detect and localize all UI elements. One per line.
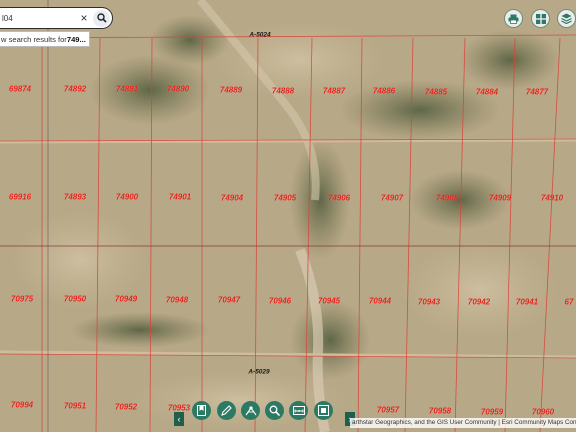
parcel-label[interactable]: 70994 — [11, 401, 33, 410]
parcel-label[interactable]: 74905 — [274, 194, 296, 203]
measure-icon — [245, 406, 256, 416]
measure-button[interactable] — [241, 401, 260, 420]
parcel-label[interactable]: 67 — [565, 298, 574, 307]
zoom-search-button[interactable] — [265, 401, 284, 420]
parcel-label[interactable]: 70943 — [418, 298, 440, 307]
zoom-search-icon — [269, 405, 280, 416]
parcel-label[interactable]: 70942 — [468, 298, 490, 307]
draw-button[interactable] — [217, 401, 236, 420]
satellite-map[interactable] — [0, 0, 576, 432]
road-label: A-5029 — [248, 368, 270, 376]
parcel-label[interactable]: 74891 — [116, 85, 138, 94]
overview-icon — [318, 405, 329, 416]
parcel-label[interactable]: 74890 — [167, 85, 189, 94]
parcel-label[interactable]: 74910 — [541, 194, 563, 203]
parcel-label[interactable]: 70945 — [318, 297, 340, 306]
parcel-label[interactable]: 74885 — [425, 88, 447, 97]
parcel-label[interactable]: 74901 — [169, 193, 191, 202]
parcel-label[interactable]: 74877 — [526, 88, 548, 97]
basemap-button[interactable] — [531, 9, 550, 28]
scalebar-icon — [292, 406, 305, 415]
grid-icon — [535, 13, 546, 24]
search-icon[interactable] — [93, 9, 110, 27]
bookmark-icon — [197, 405, 206, 416]
parcel-label[interactable]: 70958 — [429, 407, 451, 416]
printer-icon — [508, 14, 519, 24]
parcel-label[interactable]: 74886 — [373, 87, 395, 96]
layers-button[interactable] — [557, 9, 576, 28]
parcel-label[interactable]: 74908 — [436, 194, 458, 203]
parcel-label[interactable]: 70941 — [516, 298, 538, 307]
search-box: l04 × — [0, 7, 113, 29]
parcel-label[interactable]: 74904 — [221, 194, 243, 203]
parcel-label[interactable]: 70957 — [377, 406, 399, 415]
suggestion-prefix: w search results for — [1, 34, 67, 44]
parcel-label[interactable]: 70952 — [115, 403, 137, 412]
layers-icon — [561, 13, 572, 24]
suggestion-term: 749... — [66, 34, 86, 44]
parcel-label[interactable]: 70946 — [269, 297, 291, 306]
parcel-label[interactable]: 70947 — [218, 296, 240, 305]
parcel-label[interactable]: 74907 — [381, 194, 403, 203]
parcel-label[interactable]: 74893 — [64, 193, 86, 202]
parcel-label[interactable]: 74888 — [272, 87, 294, 96]
parcel-label[interactable]: 69916 — [9, 193, 31, 202]
bottom-toolbar: ‹ › — [172, 401, 358, 432]
overview-button[interactable] — [314, 401, 333, 420]
parcel-label[interactable]: 74884 — [476, 88, 498, 97]
search-input[interactable]: l04 — [0, 14, 78, 23]
parcel-label[interactable]: 70944 — [369, 297, 391, 306]
close-icon[interactable]: × — [78, 11, 90, 25]
search-suggestion[interactable]: w search results for 749... — [0, 31, 90, 47]
print-button[interactable] — [504, 9, 523, 28]
draw-icon — [221, 405, 232, 416]
map-attribution: arthstar Geographics, and the GIS User C… — [350, 418, 576, 428]
parcel-label[interactable]: 70960 — [532, 408, 554, 417]
parcel-label[interactable]: 70959 — [481, 408, 503, 417]
parcel-label[interactable]: 74889 — [220, 86, 242, 95]
parcel-label[interactable]: 70949 — [115, 295, 137, 304]
parcel-label[interactable]: 70975 — [11, 295, 33, 304]
parcel-label[interactable]: 70951 — [64, 402, 86, 411]
bookmark-button[interactable] — [192, 401, 211, 420]
parcel-label[interactable]: 74909 — [489, 194, 511, 203]
parcel-label[interactable]: 74900 — [116, 193, 138, 202]
parcel-label[interactable]: 70948 — [166, 296, 188, 305]
scalebar-button[interactable] — [289, 401, 308, 420]
road-label: A-5024 — [249, 31, 271, 39]
parcel-label[interactable]: 74892 — [64, 85, 86, 94]
parcel-label[interactable]: 70950 — [64, 295, 86, 304]
toolbar-prev-button[interactable]: ‹ — [174, 412, 184, 426]
parcel-label[interactable]: 74906 — [328, 194, 350, 203]
parcel-label[interactable]: 74887 — [323, 87, 345, 96]
parcel-label[interactable]: 69874 — [9, 85, 31, 94]
